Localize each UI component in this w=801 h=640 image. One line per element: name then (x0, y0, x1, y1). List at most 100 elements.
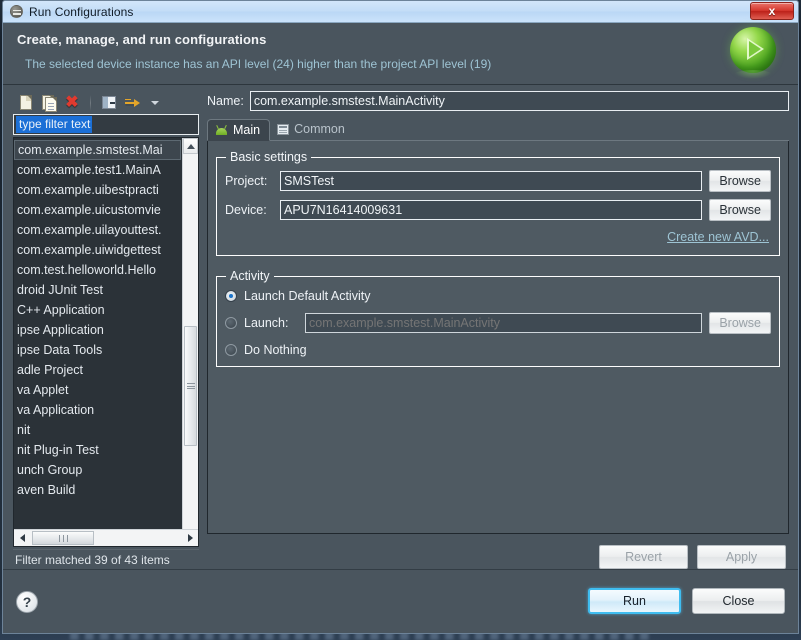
apply-button[interactable]: Apply (697, 545, 786, 569)
name-row: Name: (207, 91, 789, 111)
tree-item[interactable]: com.test.helloworld.Hello (14, 260, 198, 280)
basic-settings-group: Basic settings Project: Browse Device: B… (216, 150, 780, 256)
copy-page-front (44, 96, 57, 112)
run-button[interactable]: Run (588, 588, 681, 614)
chevron-down-icon (151, 100, 159, 105)
banner-message: The selected device instance has an API … (25, 57, 492, 71)
basic-settings-legend: Basic settings (230, 150, 308, 164)
launch-activity-input[interactable] (305, 313, 703, 333)
tree-horizontal-scrollbar[interactable] (14, 529, 198, 546)
tree-item[interactable]: com.example.smstest.Mai (14, 140, 181, 160)
help-icon[interactable]: ? (16, 590, 38, 613)
configurations-tree[interactable]: com.example.smstest.Mai com.example.test1… (13, 137, 199, 547)
device-label: Device: (225, 203, 267, 217)
new-page-icon (20, 95, 32, 110)
dialog-footer: ? Run Close (3, 569, 798, 633)
launch-default-activity-label: Launch Default Activity (244, 289, 371, 303)
filter-status-text: Filter matched 39 of 43 items (13, 549, 199, 569)
project-row: Project: Browse (225, 170, 771, 192)
play-triangle-inner (749, 41, 761, 57)
run-orb-reflection (734, 70, 772, 79)
new-configuration-icon[interactable] (16, 93, 36, 112)
project-browse-button[interactable]: Browse (709, 170, 771, 192)
yellow-arrow-icon (124, 97, 140, 109)
tree-item[interactable]: nit Plug-in Test (14, 440, 198, 460)
project-label: Project: (225, 174, 268, 188)
launch-default-activity-row[interactable]: Launch Default Activity (225, 289, 771, 303)
close-button[interactable]: Close (692, 588, 785, 614)
tree-item[interactable]: adle Project (14, 360, 198, 380)
red-x-icon: ✖ (65, 93, 79, 111)
launch-activity-label: Launch: (244, 316, 289, 330)
tree-item[interactable]: com.example.uiwidgettest (14, 240, 198, 260)
activity-group: Activity Launch Default Activity Launch:… (216, 269, 780, 367)
tree-item[interactable]: aven Build (14, 480, 198, 500)
configurations-tree-panel: ✖ type filter text com.example.smstest.M… (13, 91, 199, 569)
device-browse-button[interactable]: Browse (709, 199, 771, 221)
dialog-banner: Create, manage, and run configurations T… (3, 23, 798, 85)
tree-item[interactable]: nit (14, 420, 198, 440)
collapse-all-icon[interactable] (99, 93, 119, 112)
window-close-button[interactable]: x (750, 2, 794, 20)
scroll-grip-icon (57, 529, 69, 546)
create-avd-row: Create new AVD... (225, 228, 771, 246)
run-banner-icon (726, 25, 782, 81)
create-new-avd-link[interactable]: Create new AVD... (667, 230, 769, 244)
tree-item[interactable]: ipse Application (14, 320, 198, 340)
tree-item[interactable]: com.example.uibestpracti (14, 180, 198, 200)
tab-main-label: Main (233, 123, 261, 137)
page-lines (47, 102, 54, 112)
window-title: Run Configurations (29, 4, 134, 19)
tree-item[interactable]: va Applet (14, 380, 198, 400)
table-icon (277, 123, 290, 135)
chevron-right-icon[interactable] (188, 534, 193, 542)
editor-tabs: Main Common (207, 119, 789, 141)
title-bar: Run Configurations x (3, 1, 798, 23)
filter-configurations-icon[interactable] (122, 93, 142, 112)
launch-activity-browse-button[interactable]: Browse (709, 312, 771, 334)
tree-item[interactable]: C++ Application (14, 300, 198, 320)
page-corner (26, 96, 31, 101)
scroll-up-button[interactable] (183, 138, 198, 154)
tree-item[interactable]: com.example.uicustomvie (14, 200, 198, 220)
tree-item[interactable]: com.example.test1.MainA (14, 160, 198, 180)
vertical-scroll-thumb[interactable] (184, 326, 197, 446)
toolbar-separator (90, 94, 91, 111)
tree-item[interactable]: unch Group (14, 460, 198, 480)
main-tab-panel: Basic settings Project: Browse Device: B… (207, 141, 789, 534)
delete-configuration-icon[interactable]: ✖ (62, 93, 82, 112)
screenshot-root: Run Configurations x Create, manage, and… (0, 0, 801, 640)
tree-vertical-scrollbar[interactable] (182, 138, 198, 546)
chevron-left-icon (19, 534, 25, 542)
radio-launch-default-activity[interactable] (225, 290, 237, 302)
tree-item[interactable]: ipse Data Tools (14, 340, 198, 360)
copy-pages-icon (41, 94, 57, 112)
toolbar-dropdown-icon[interactable] (145, 93, 165, 112)
chevron-up-icon (186, 143, 195, 149)
tree-items-container: com.example.smstest.Mai com.example.test1… (14, 138, 198, 529)
scroll-grip-icon (186, 382, 195, 391)
tab-common[interactable]: Common (270, 118, 354, 140)
banner-heading: Create, manage, and run configurations (17, 32, 267, 47)
name-input[interactable] (249, 91, 789, 111)
tab-main[interactable]: Main (207, 119, 271, 141)
eclipse-app-icon (10, 5, 23, 18)
device-input[interactable] (280, 200, 703, 220)
project-input[interactable] (280, 171, 703, 191)
tree-item[interactable]: va Application (14, 400, 198, 420)
device-row: Device: Browse (225, 199, 771, 221)
scroll-left-button[interactable] (14, 531, 30, 546)
tree-item[interactable]: com.example.uilayouttest. (14, 220, 198, 240)
radio-launch-activity[interactable] (225, 317, 237, 329)
dialog-body: ✖ type filter text com.example.smstest.M… (3, 85, 798, 569)
filter-input[interactable]: type filter text (13, 114, 199, 135)
collapse-glyph-icon (102, 96, 116, 109)
horizontal-scroll-thumb[interactable] (32, 531, 94, 545)
filter-input-value: type filter text (16, 116, 93, 133)
revert-button[interactable]: Revert (599, 545, 688, 569)
do-nothing-row[interactable]: Do Nothing (225, 343, 771, 357)
radio-do-nothing[interactable] (225, 344, 237, 356)
tree-item[interactable]: droid JUnit Test (14, 280, 198, 300)
duplicate-configuration-icon[interactable] (39, 93, 59, 112)
name-label: Name: (207, 94, 244, 108)
